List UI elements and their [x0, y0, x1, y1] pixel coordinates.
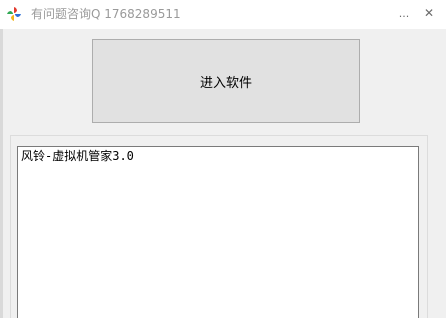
close-button[interactable]: ✕	[418, 0, 440, 29]
window-left-edge	[0, 29, 3, 318]
title-bar[interactable]: 有问题咨询Q 1768289511 ... ✕	[0, 0, 446, 29]
app-window: 有问题咨询Q 1768289511 ... ✕ 进入软件 风铃-虚拟机管家3.0	[0, 0, 446, 318]
enter-software-button[interactable]: 进入软件	[92, 39, 360, 123]
window-title: 有问题咨询Q 1768289511	[31, 7, 181, 21]
pinwheel-logo-icon	[6, 6, 22, 22]
log-textarea[interactable]: 风铃-虚拟机管家3.0	[17, 146, 419, 318]
minimize-button[interactable]: ...	[393, 0, 415, 29]
